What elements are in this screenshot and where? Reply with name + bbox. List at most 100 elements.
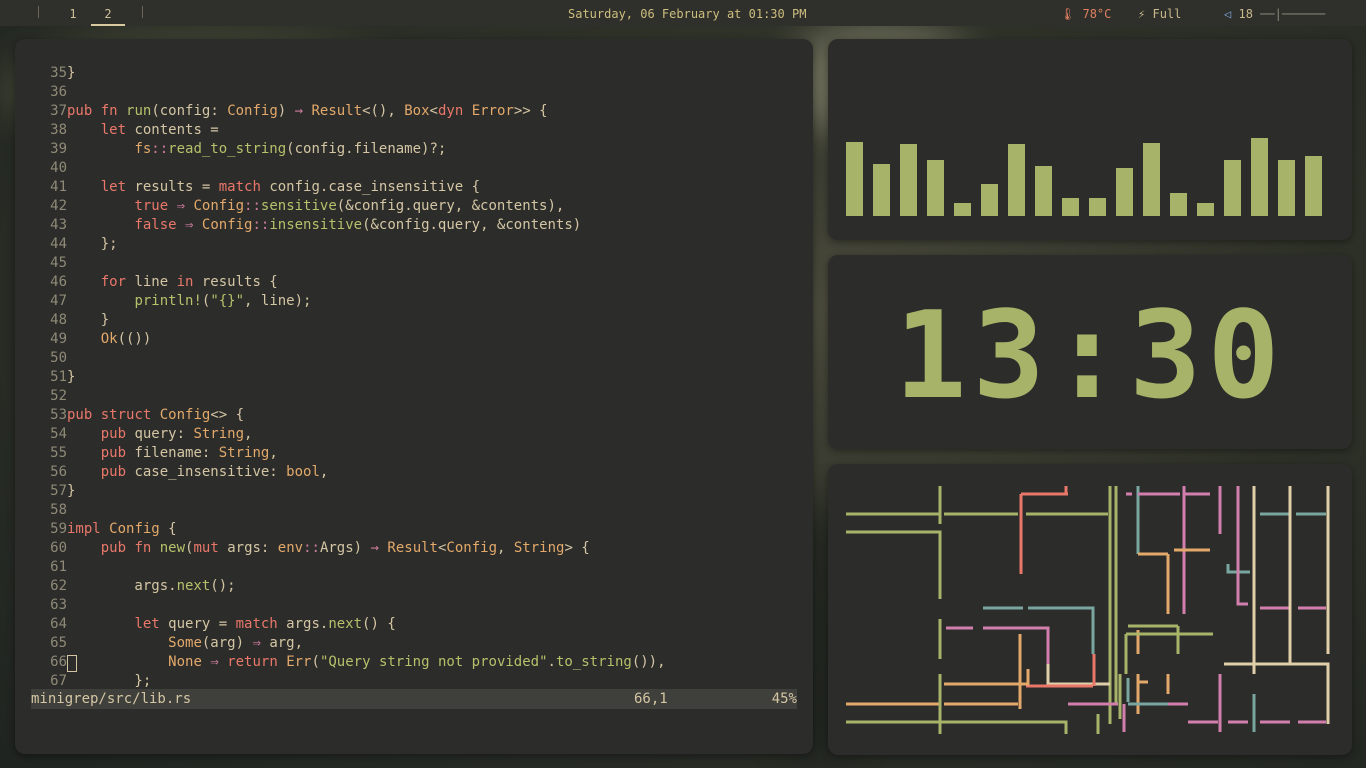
line-number: 40 xyxy=(50,160,67,176)
line-number: 52 xyxy=(50,388,67,404)
line-text[interactable]: args.next(); xyxy=(67,577,235,596)
line-text[interactable]: pub struct Config<> { xyxy=(67,406,244,425)
temperature-value: 78°C xyxy=(1082,7,1112,21)
code-line[interactable]: 42 true ⇒ Config::sensitive(&config.quer… xyxy=(15,197,564,216)
code-line[interactable]: 37 pub fn run(config: Config) → Result<()… xyxy=(15,102,547,121)
code-line[interactable]: 61 xyxy=(15,558,67,577)
code-line[interactable]: 66 None ⇒ return Err("Query string not p… xyxy=(15,653,666,672)
visualizer-bar xyxy=(1143,143,1160,216)
line-number: 66 xyxy=(50,654,67,670)
line-text[interactable]: pub fn new(mut args: env::Args) → Result… xyxy=(67,539,590,558)
line-number: 48 xyxy=(50,312,67,328)
visualizer-bar xyxy=(1197,203,1214,216)
line-text[interactable]: impl Config { xyxy=(67,520,177,539)
battery-widget: ⚡ Full xyxy=(1138,0,1181,28)
line-text[interactable]: fs::read_to_string(config.filename)?; xyxy=(67,140,446,159)
visualizer-bar xyxy=(1116,168,1133,216)
code-line[interactable]: 36 xyxy=(15,83,67,102)
line-text[interactable]: }; xyxy=(67,235,118,254)
line-text[interactable]: pub fn run(config: Config) → Result<(), … xyxy=(67,102,548,121)
code-line[interactable]: 51} xyxy=(15,368,75,387)
code-line[interactable]: 35} xyxy=(15,64,75,83)
code-line[interactable]: 56 pub case_insensitive: bool, xyxy=(15,463,328,482)
code-line[interactable]: 63 xyxy=(15,596,67,615)
visualizer-bar xyxy=(1278,160,1295,216)
clock-window: 13:30 xyxy=(828,255,1352,449)
code-line[interactable]: 50 xyxy=(15,349,67,368)
line-text[interactable]: pub filename: String, xyxy=(67,444,278,463)
code-line[interactable]: 43 false ⇒ Config::insensitive(&config.q… xyxy=(15,216,581,235)
workspace-1[interactable]: 1 xyxy=(56,0,90,26)
visualizer-bar xyxy=(846,142,863,216)
code-line[interactable]: 46 for line in results { xyxy=(15,273,278,292)
code-line[interactable]: 62 args.next(); xyxy=(15,577,235,596)
editor-window[interactable]: 35} 36 37 pub fn run(config: Config) → Resu… xyxy=(15,39,813,754)
line-text[interactable]: pub case_insensitive: bool, xyxy=(67,463,329,482)
line-text[interactable]: let query = match args.next() { xyxy=(67,615,395,634)
visualizer-bar xyxy=(1305,156,1322,216)
workspace-2[interactable]: 2 xyxy=(91,0,125,26)
temperature-widget: 🌡 78°C xyxy=(1060,0,1111,28)
line-text[interactable]: } xyxy=(67,64,75,83)
battery-charging-icon: ⚡ xyxy=(1138,7,1146,21)
code-line[interactable]: 44 }; xyxy=(15,235,117,254)
line-text[interactable]: let contents = xyxy=(67,121,219,140)
line-number: 57 xyxy=(50,483,67,499)
line-text[interactable]: } xyxy=(67,311,109,330)
code-line[interactable]: 54 pub query: String, xyxy=(15,425,252,444)
visualizer-bar xyxy=(954,203,971,216)
line-text[interactable]: println!("{}", line); xyxy=(67,292,311,311)
code-line[interactable]: 49 Ok(()) xyxy=(15,330,151,349)
code-line[interactable]: 41 let results = match config.case_insen… xyxy=(15,178,480,197)
line-text[interactable]: None ⇒ return Err("Query string not prov… xyxy=(67,653,665,672)
code-line[interactable]: 52 xyxy=(15,387,67,406)
code-line[interactable]: 47 println!("{}", line); xyxy=(15,292,311,311)
line-number: 54 xyxy=(50,426,67,442)
line-number: 65 xyxy=(50,635,67,651)
speaker-icon: ◁ xyxy=(1224,7,1232,21)
date-time-label: Saturday, 06 February at 01:30 PM xyxy=(568,7,807,21)
pipes-animation-window xyxy=(828,464,1352,755)
line-number: 59 xyxy=(50,521,67,537)
line-number: 45 xyxy=(50,255,67,271)
code-line[interactable]: 59 impl Config { xyxy=(15,520,176,539)
code-line[interactable]: 64 let query = match args.next() { xyxy=(15,615,396,634)
line-text[interactable]: pub query: String, xyxy=(67,425,253,444)
code-line[interactable]: 55 pub filename: String, xyxy=(15,444,278,463)
visualizer-bar xyxy=(1251,138,1268,216)
code-line[interactable]: 60 pub fn new(mut args: env::Args) → Res… xyxy=(15,539,590,558)
code-line[interactable]: 65 Some(arg) ⇒ arg, xyxy=(15,634,303,653)
line-number: 56 xyxy=(50,464,67,480)
line-number: 38 xyxy=(50,122,67,138)
code-line[interactable]: 38 let contents = xyxy=(15,121,219,140)
volume-value: 18 xyxy=(1238,7,1253,21)
code-line[interactable]: 57} xyxy=(15,482,75,501)
statusline-scroll-percent: 45% xyxy=(771,691,797,707)
editor-statusline: minigrep/src/lib.rs 66,1 45% xyxy=(31,689,797,709)
volume-slider[interactable]: ──|────── xyxy=(1260,7,1325,21)
line-number: 41 xyxy=(50,179,67,195)
line-text[interactable]: let results = match config.case_insensit… xyxy=(67,178,480,197)
line-text[interactable]: true ⇒ Config::sensitive(&config.query, … xyxy=(67,197,564,216)
line-number: 44 xyxy=(50,236,67,252)
visualizer-bar xyxy=(1224,160,1241,216)
visualizer-bar xyxy=(981,184,998,216)
audio-visualizer-window xyxy=(828,39,1352,240)
code-line[interactable]: 53 pub struct Config<> { xyxy=(15,406,244,425)
line-text[interactable]: Some(arg) ⇒ arg, xyxy=(67,634,303,653)
line-text[interactable]: Ok(()) xyxy=(67,330,152,349)
code-line[interactable]: 58 xyxy=(15,501,67,520)
volume-widget[interactable]: ◁ 18 ──|────── xyxy=(1224,0,1325,28)
line-text[interactable]: } xyxy=(67,482,75,501)
code-line[interactable]: 45 xyxy=(15,254,67,273)
line-number: 35 xyxy=(50,65,67,81)
code-line[interactable]: 39 fs::read_to_string(config.filename)?; xyxy=(15,140,446,159)
line-text[interactable]: false ⇒ Config::insensitive(&config.quer… xyxy=(67,216,581,235)
statusline-cursor-position: 66,1 xyxy=(634,691,668,707)
visualizer-bar xyxy=(927,160,944,216)
line-text[interactable]: } xyxy=(67,368,75,387)
code-line[interactable]: 48 } xyxy=(15,311,109,330)
line-text[interactable]: for line in results { xyxy=(67,273,278,292)
statusline-filename: minigrep/src/lib.rs xyxy=(31,691,192,707)
code-line[interactable]: 40 xyxy=(15,159,67,178)
